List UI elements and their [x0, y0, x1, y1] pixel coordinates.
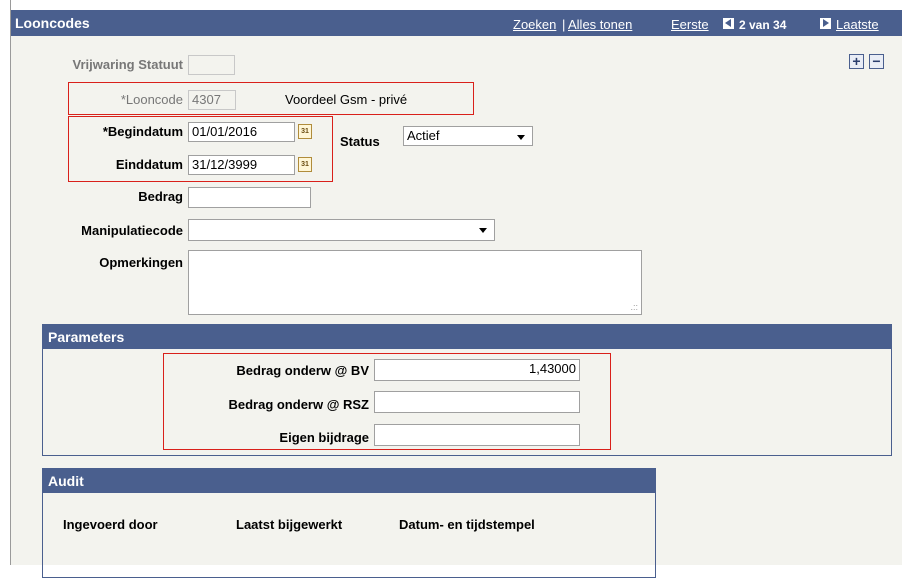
looncodes-header: Looncodes Zoeken | Alles tonen Eerste 2 …: [11, 10, 902, 36]
parameters-header: Parameters: [43, 325, 891, 349]
resize-grip-icon[interactable]: .::: [630, 302, 638, 312]
looncode-label: *Looncode: [120, 92, 183, 107]
calendar-icon[interactable]: 31: [298, 157, 312, 172]
calendar-icon[interactable]: 31: [298, 124, 312, 139]
next-icon[interactable]: [820, 18, 831, 29]
begindatum-label: *Begindatum: [102, 124, 183, 139]
header-title: Looncodes: [15, 15, 90, 31]
opmerkingen-textarea[interactable]: .::: [188, 250, 642, 315]
einddatum-field[interactable]: 31/12/3999: [188, 155, 295, 175]
bedrag-onderw-bv-label: Bedrag onderw @ BV: [236, 363, 369, 378]
remove-row-button[interactable]: −: [869, 54, 884, 69]
vrijwaring-statuut-field: [188, 55, 235, 75]
first-link[interactable]: Eerste: [671, 17, 709, 32]
eigen-bijdrage-label: Eigen bijdrage: [279, 430, 369, 445]
header-separator: |: [562, 17, 566, 32]
looncode-description: Voordeel Gsm - privé: [285, 92, 408, 107]
bedrag-onderw-rsz-field[interactable]: [374, 391, 580, 413]
status-label: Status: [340, 134, 380, 149]
previous-icon[interactable]: [723, 18, 734, 29]
audit-header: Audit: [43, 469, 655, 493]
search-link[interactable]: Zoeken: [513, 17, 556, 32]
einddatum-label: Einddatum: [115, 157, 183, 172]
audit-column-ingevoerd-door: Ingevoerd door: [63, 517, 158, 532]
bedrag-onderw-rsz-label: Bedrag onderw @ RSZ: [228, 397, 369, 412]
manipulatiecode-label: Manipulatiecode: [81, 223, 183, 238]
add-row-button[interactable]: +: [849, 54, 864, 69]
begindatum-field[interactable]: 01/01/2016: [188, 122, 295, 142]
audit-column-datum-tijdstempel: Datum- en tijdstempel: [399, 517, 535, 532]
looncode-field: 4307: [188, 90, 236, 110]
bedrag-label: Bedrag: [138, 189, 183, 204]
bedrag-onderw-bv-field[interactable]: 1,43000: [374, 359, 580, 381]
eigen-bijdrage-field[interactable]: [374, 424, 580, 446]
last-link[interactable]: Laatste: [836, 17, 879, 32]
show-all-link[interactable]: Alles tonen: [568, 17, 632, 32]
detail-panel: + − Vrijwaring Statuut *Looncode 4307 Vo…: [11, 36, 902, 578]
vrijwaring-statuut-label: Vrijwaring Statuut: [72, 57, 183, 72]
bedrag-field[interactable]: [188, 187, 311, 208]
status-value: Actief: [407, 128, 440, 143]
status-select[interactable]: Actief: [403, 126, 533, 146]
manipulatiecode-select[interactable]: [188, 219, 495, 241]
record-counter: 2 van 34: [739, 18, 787, 32]
chevron-down-icon: [517, 135, 525, 140]
opmerkingen-label: Opmerkingen: [99, 255, 183, 270]
chevron-down-icon: [479, 228, 487, 233]
audit-column-laatst-bijgewerkt: Laatst bijgewerkt: [236, 517, 343, 532]
